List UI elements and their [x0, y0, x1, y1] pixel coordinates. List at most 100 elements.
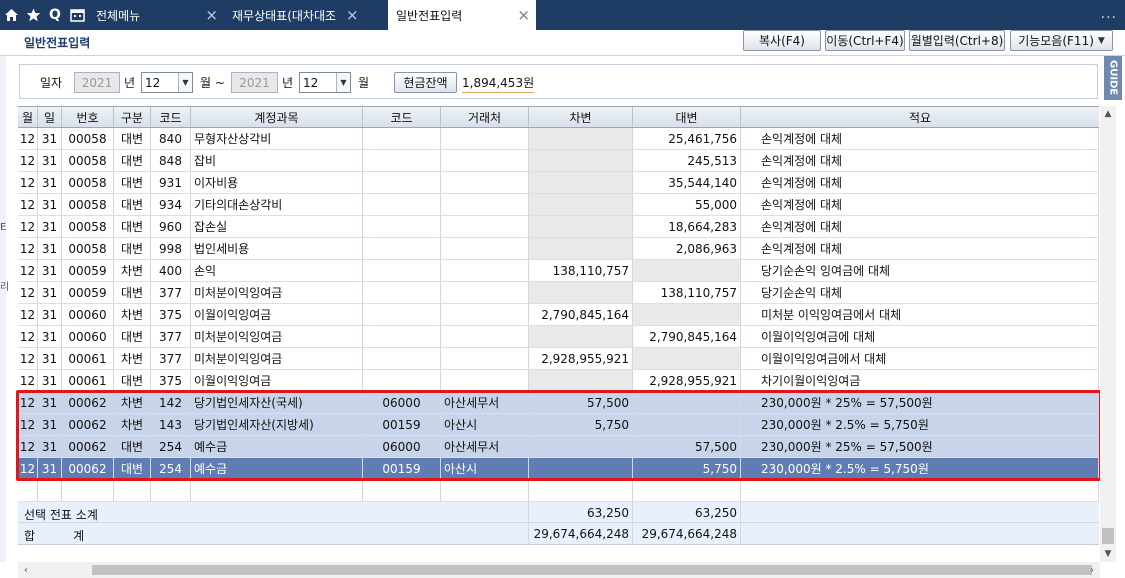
empty-cell-partner-code[interactable]	[363, 480, 441, 501]
cell-type[interactable]: 대변	[114, 458, 151, 479]
cell-day[interactable]: 31	[38, 348, 62, 369]
cell-credit[interactable]	[633, 392, 741, 413]
cell-account[interactable]: 미처분이익잉여금	[191, 348, 363, 369]
cell-month[interactable]: 12	[18, 194, 38, 215]
cell-partner[interactable]	[441, 128, 529, 149]
cell-partner-code[interactable]	[363, 326, 441, 347]
scroll-left-icon[interactable]: ‹	[18, 562, 34, 578]
cell-partner-code[interactable]	[363, 216, 441, 237]
monthly-input-button[interactable]: 월별입력(Ctrl+8)	[909, 30, 1005, 51]
scroll-right-icon[interactable]: ›	[1084, 562, 1100, 578]
more-icon[interactable]: ...	[1101, 6, 1117, 22]
cell-month[interactable]: 12	[18, 128, 38, 149]
cell-partner-code[interactable]	[363, 348, 441, 369]
cell-partner[interactable]	[441, 304, 529, 325]
star-icon[interactable]	[22, 0, 44, 30]
close-icon[interactable]: ×	[517, 7, 530, 23]
cell-day[interactable]: 31	[38, 172, 62, 193]
cell-partner-code[interactable]	[363, 238, 441, 259]
cell-day[interactable]: 31	[38, 304, 62, 325]
cell-memo[interactable]: 손익계정에 대체	[741, 194, 1099, 215]
chevron-down-icon[interactable]: ▼	[178, 73, 192, 92]
cell-number[interactable]: 00058	[62, 128, 114, 149]
cell-credit[interactable]: 18,664,283	[633, 216, 741, 237]
cell-code[interactable]: 143	[151, 414, 191, 435]
cell-type[interactable]: 대변	[114, 326, 151, 347]
cell-partner-code[interactable]: 06000	[363, 392, 441, 413]
cell-day[interactable]: 31	[38, 150, 62, 171]
cell-memo[interactable]: 미처분 이익잉여금에서 대체	[741, 304, 1099, 325]
cell-day[interactable]: 31	[38, 282, 62, 303]
cell-account[interactable]: 당기법인세자산(국세)	[191, 392, 363, 413]
calendar-icon[interactable]	[66, 0, 88, 30]
empty-cell-type[interactable]	[114, 480, 151, 501]
cell-credit[interactable]: 25,461,756	[633, 128, 741, 149]
cell-memo[interactable]: 당기순손익 대체	[741, 282, 1099, 303]
cell-number[interactable]: 00061	[62, 348, 114, 369]
cell-month[interactable]: 12	[18, 414, 38, 435]
cell-type[interactable]: 대변	[114, 436, 151, 457]
cell-code[interactable]: 142	[151, 392, 191, 413]
cell-memo[interactable]: 손익계정에 대체	[741, 216, 1099, 237]
table-row[interactable]: 12 31 00059 대변 377 미처분이익잉여금 138,110,757 당기순손익 대…	[18, 282, 1099, 304]
cell-partner[interactable]	[441, 348, 529, 369]
cell-memo[interactable]: 230,000원 * 25% = 57,500원	[741, 436, 1099, 457]
cell-number[interactable]: 00062	[62, 458, 114, 479]
empty-cell-debit[interactable]	[529, 480, 633, 501]
home-icon[interactable]	[0, 0, 22, 30]
empty-cell-memo[interactable]	[741, 480, 1099, 501]
empty-cell-day[interactable]	[38, 480, 62, 501]
vertical-scrollbar[interactable]: ▲ ▼	[1100, 106, 1116, 562]
cell-number[interactable]: 00062	[62, 392, 114, 413]
cell-number[interactable]: 00058	[62, 172, 114, 193]
cell-month[interactable]: 12	[18, 326, 38, 347]
close-icon[interactable]: ×	[346, 7, 359, 23]
cell-day[interactable]: 31	[38, 436, 62, 457]
cell-credit[interactable]	[633, 260, 741, 281]
cell-number[interactable]: 00061	[62, 370, 114, 391]
close-icon[interactable]: ×	[205, 7, 218, 23]
cell-debit[interactable]	[529, 458, 633, 479]
cell-memo[interactable]: 차기이월이익잉여금	[741, 370, 1099, 391]
table-row[interactable]: 12 31 00058 대변 960 잡손실 18,664,283 손익계정에 대체	[18, 216, 1099, 238]
cell-day[interactable]: 31	[38, 216, 62, 237]
cell-type[interactable]: 대변	[114, 150, 151, 171]
cell-account[interactable]: 당기법인세자산(지방세)	[191, 414, 363, 435]
cell-account[interactable]: 예수금	[191, 436, 363, 457]
cell-type[interactable]: 차변	[114, 304, 151, 325]
table-row[interactable]: 12 31 00058 대변 934 기타의대손상각비 55,000 손익계정에 대체	[18, 194, 1099, 216]
cell-code[interactable]: 377	[151, 282, 191, 303]
cell-day[interactable]: 31	[38, 392, 62, 413]
cell-code[interactable]: 998	[151, 238, 191, 259]
cell-account[interactable]: 이월이익잉여금	[191, 304, 363, 325]
cell-code[interactable]: 960	[151, 216, 191, 237]
cell-day[interactable]: 31	[38, 260, 62, 281]
cell-month[interactable]: 12	[18, 436, 38, 457]
empty-cell-partner[interactable]	[441, 480, 529, 501]
cell-account[interactable]: 미처분이익잉여금	[191, 326, 363, 347]
cell-credit[interactable]: 2,086,963	[633, 238, 741, 259]
cell-credit[interactable]	[633, 414, 741, 435]
cell-number[interactable]: 00060	[62, 304, 114, 325]
cell-debit[interactable]: 57,500	[529, 392, 633, 413]
cell-month[interactable]: 12	[18, 370, 38, 391]
horizontal-scroll-thumb[interactable]	[92, 565, 1092, 575]
table-row[interactable]: 12 31 00062 대변 254 예수금 00159 아산시 5,750 230,000원 *…	[18, 458, 1099, 480]
cell-type[interactable]: 차변	[114, 414, 151, 435]
cell-day[interactable]: 31	[38, 370, 62, 391]
horizontal-scrollbar[interactable]: ‹ ›	[18, 562, 1100, 578]
guide-tab[interactable]: GUIDE	[1104, 56, 1122, 100]
cell-debit[interactable]	[529, 216, 633, 237]
cell-credit[interactable]: 138,110,757	[633, 282, 741, 303]
table-row[interactable]: 12 31 00062 대변 254 예수금 06000 아산세무서 57,500 230,000…	[18, 436, 1099, 458]
cell-month[interactable]: 12	[18, 172, 38, 193]
cell-month[interactable]: 12	[18, 238, 38, 259]
table-row[interactable]: 12 31 00062 차변 143 당기법인세자산(지방세) 00159 아산시 5,750 2…	[18, 414, 1099, 436]
cell-code[interactable]: 400	[151, 260, 191, 281]
cell-partner-code[interactable]: 00159	[363, 458, 441, 479]
tab-all-menu[interactable]: 전체메뉴 ×	[88, 0, 224, 30]
month-from-select[interactable]: 12 ▼	[141, 72, 193, 93]
cell-credit[interactable]: 55,000	[633, 194, 741, 215]
cell-debit[interactable]	[529, 128, 633, 149]
cell-partner-code[interactable]	[363, 194, 441, 215]
